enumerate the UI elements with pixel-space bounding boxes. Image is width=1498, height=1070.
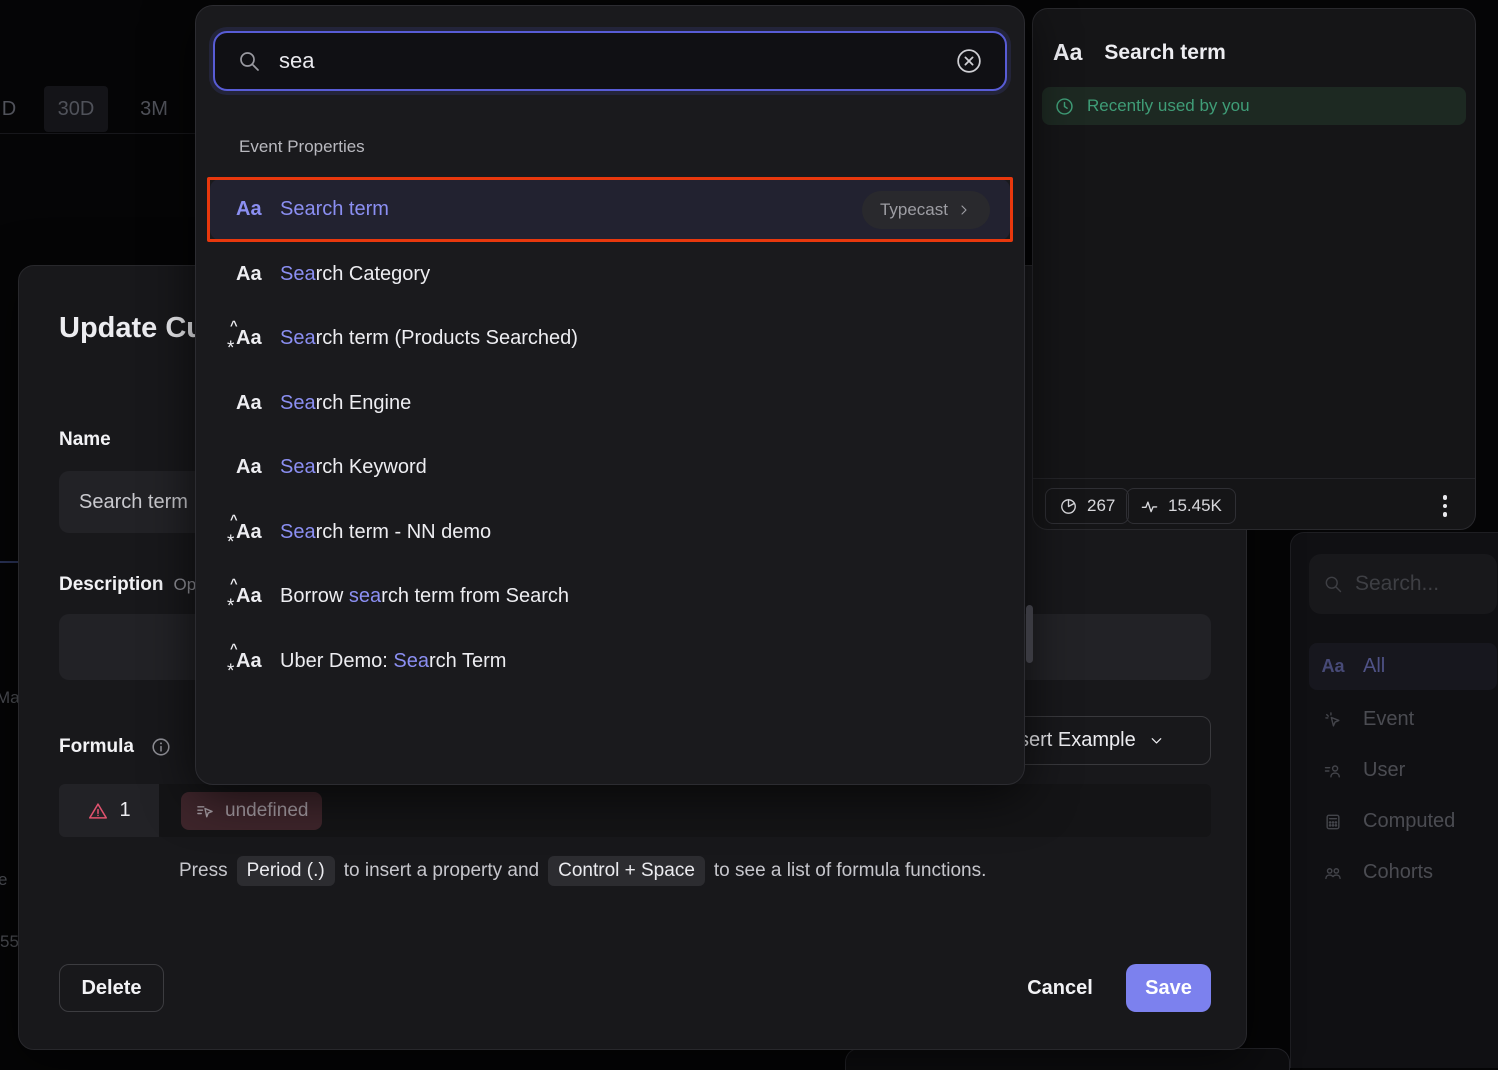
sidebar-item-label: All — [1363, 655, 1385, 678]
kbd-period: Period (.) — [237, 856, 335, 886]
event-cursor-icon — [1321, 710, 1345, 730]
sidebar-item-label: User — [1363, 759, 1405, 782]
error-count: 1 — [119, 799, 130, 822]
time-range-tab-3m[interactable]: 3M — [126, 86, 182, 132]
clear-search-icon[interactable] — [955, 47, 983, 75]
property-option-label: Borrow search term from Search — [280, 585, 569, 608]
modal-title: Update Cu — [59, 312, 204, 345]
search-icon — [1323, 574, 1343, 594]
save-button[interactable]: Save — [1126, 964, 1211, 1012]
tabs-divider — [0, 133, 195, 134]
property-option-uber-demo-search-term[interactable]: Aa Uber Demo: Search Term — [210, 631, 1010, 692]
formula-error-gutter: 1 — [59, 784, 159, 837]
kbd-control-space: Control + Space — [548, 856, 705, 886]
chart-line-fragment — [0, 561, 18, 563]
custom-string-type-icon: Aa — [236, 650, 268, 673]
property-type-sidebar: Aa All Event User Computed Cohorts — [1290, 532, 1498, 1068]
sidebar-item-computed[interactable]: Computed — [1309, 798, 1497, 845]
sidebar-search-input[interactable] — [1355, 572, 1475, 596]
string-type-icon: Aa — [236, 456, 268, 479]
property-option-label: Uber Demo: Search Term — [280, 650, 506, 673]
info-icon[interactable] — [150, 736, 172, 758]
property-option-label: Search term - NN demo — [280, 521, 491, 544]
property-option-borrow-search-term[interactable]: Aa Borrow search term from Search — [210, 566, 1010, 627]
sidebar-item-all[interactable]: Aa All — [1309, 643, 1497, 690]
chevron-down-icon — [1148, 732, 1165, 749]
sidebar-item-event[interactable]: Event — [1309, 696, 1497, 743]
property-option-search-term[interactable]: Aa Search term Typecast — [210, 179, 1010, 240]
property-options-list: Aa Search term Typecast Aa Search Catego… — [210, 179, 1010, 692]
typecast-badge[interactable]: Typecast — [862, 191, 990, 229]
dropdown-search-input[interactable] — [279, 48, 937, 74]
section-header: Event Properties — [239, 137, 365, 157]
property-option-search-engine[interactable]: Aa Search Engine — [210, 373, 1010, 434]
custom-string-type-icon: Aa — [236, 521, 268, 544]
calculator-icon — [1321, 812, 1345, 832]
property-option-label: Search Engine — [280, 392, 411, 415]
string-type-icon: Aa — [1053, 39, 1082, 66]
sidebar-item-label: Cohorts — [1363, 861, 1433, 884]
property-option-search-term-nn-demo[interactable]: Aa Search term - NN demo — [210, 502, 1010, 563]
undefined-token[interactable]: undefined — [181, 792, 322, 830]
formula-editor-row: 1 undefined — [59, 784, 1211, 837]
property-option-search-term-products[interactable]: Aa Search term (Products Searched) — [210, 308, 1010, 369]
string-type-icon: Aa — [236, 263, 268, 286]
panel-divider — [1033, 478, 1475, 479]
property-option-search-category[interactable]: Aa Search Category — [210, 244, 1010, 305]
property-option-label: Search term (Products Searched) — [280, 327, 578, 350]
string-type-icon: Aa — [236, 198, 268, 221]
more-options-kebab[interactable] — [1431, 491, 1459, 521]
total-events-pill[interactable]: 15.45K — [1126, 488, 1236, 524]
time-range-tab-30d[interactable]: 30D — [44, 86, 108, 132]
warning-icon — [87, 800, 109, 822]
property-option-label: Search Category — [280, 263, 430, 286]
search-icon — [237, 49, 261, 73]
formula-label: Formula — [59, 736, 134, 758]
custom-string-type-icon: Aa — [236, 585, 268, 608]
sidebar-item-label: Computed — [1363, 810, 1455, 833]
property-detail-panel: Aa Search term Recently used by you 267 … — [1032, 8, 1476, 530]
property-search-dropdown: Event Properties Aa Search term Typecast… — [195, 5, 1025, 785]
delete-button[interactable]: Delete — [59, 964, 164, 1012]
distinct-values-pill[interactable]: 267 — [1045, 488, 1129, 524]
sidebar-item-label: Event — [1363, 708, 1414, 731]
name-label: Name — [59, 429, 111, 451]
property-detail-title: Search term — [1104, 41, 1225, 65]
sidebar-item-cohorts[interactable]: Cohorts — [1309, 849, 1497, 896]
property-option-label: Search Keyword — [280, 456, 427, 479]
pie-chart-icon — [1059, 497, 1078, 516]
time-range-tab-partial[interactable]: D — [0, 86, 24, 132]
clock-icon — [1054, 96, 1075, 117]
formula-input[interactable]: undefined — [159, 784, 1211, 837]
pulse-icon — [1140, 497, 1159, 516]
background-panel-edge — [845, 1048, 1290, 1070]
chart-axis-label-55: 55 — [0, 932, 19, 952]
chart-label-fragment: e — [0, 870, 7, 890]
property-option-label: Search term — [280, 198, 389, 221]
formula-hint: Press Period (.) to insert a property an… — [179, 856, 986, 886]
property-option-search-keyword[interactable]: Aa Search Keyword — [210, 437, 1010, 498]
sidebar-item-user[interactable]: User — [1309, 747, 1497, 794]
dropdown-search-field[interactable] — [213, 31, 1007, 91]
chevron-right-icon — [956, 202, 972, 218]
custom-string-type-icon: Aa — [236, 327, 268, 350]
user-icon — [1321, 761, 1345, 781]
string-type-icon: Aa — [236, 392, 268, 415]
string-type-icon: Aa — [1321, 656, 1345, 677]
cohorts-icon — [1321, 863, 1345, 883]
cancel-button[interactable]: Cancel — [1004, 964, 1116, 1012]
property-function-icon — [195, 801, 215, 821]
scrollbar-thumb[interactable] — [1026, 605, 1033, 663]
sidebar-search-field[interactable] — [1309, 554, 1497, 614]
recently-used-badge: Recently used by you — [1042, 87, 1466, 125]
